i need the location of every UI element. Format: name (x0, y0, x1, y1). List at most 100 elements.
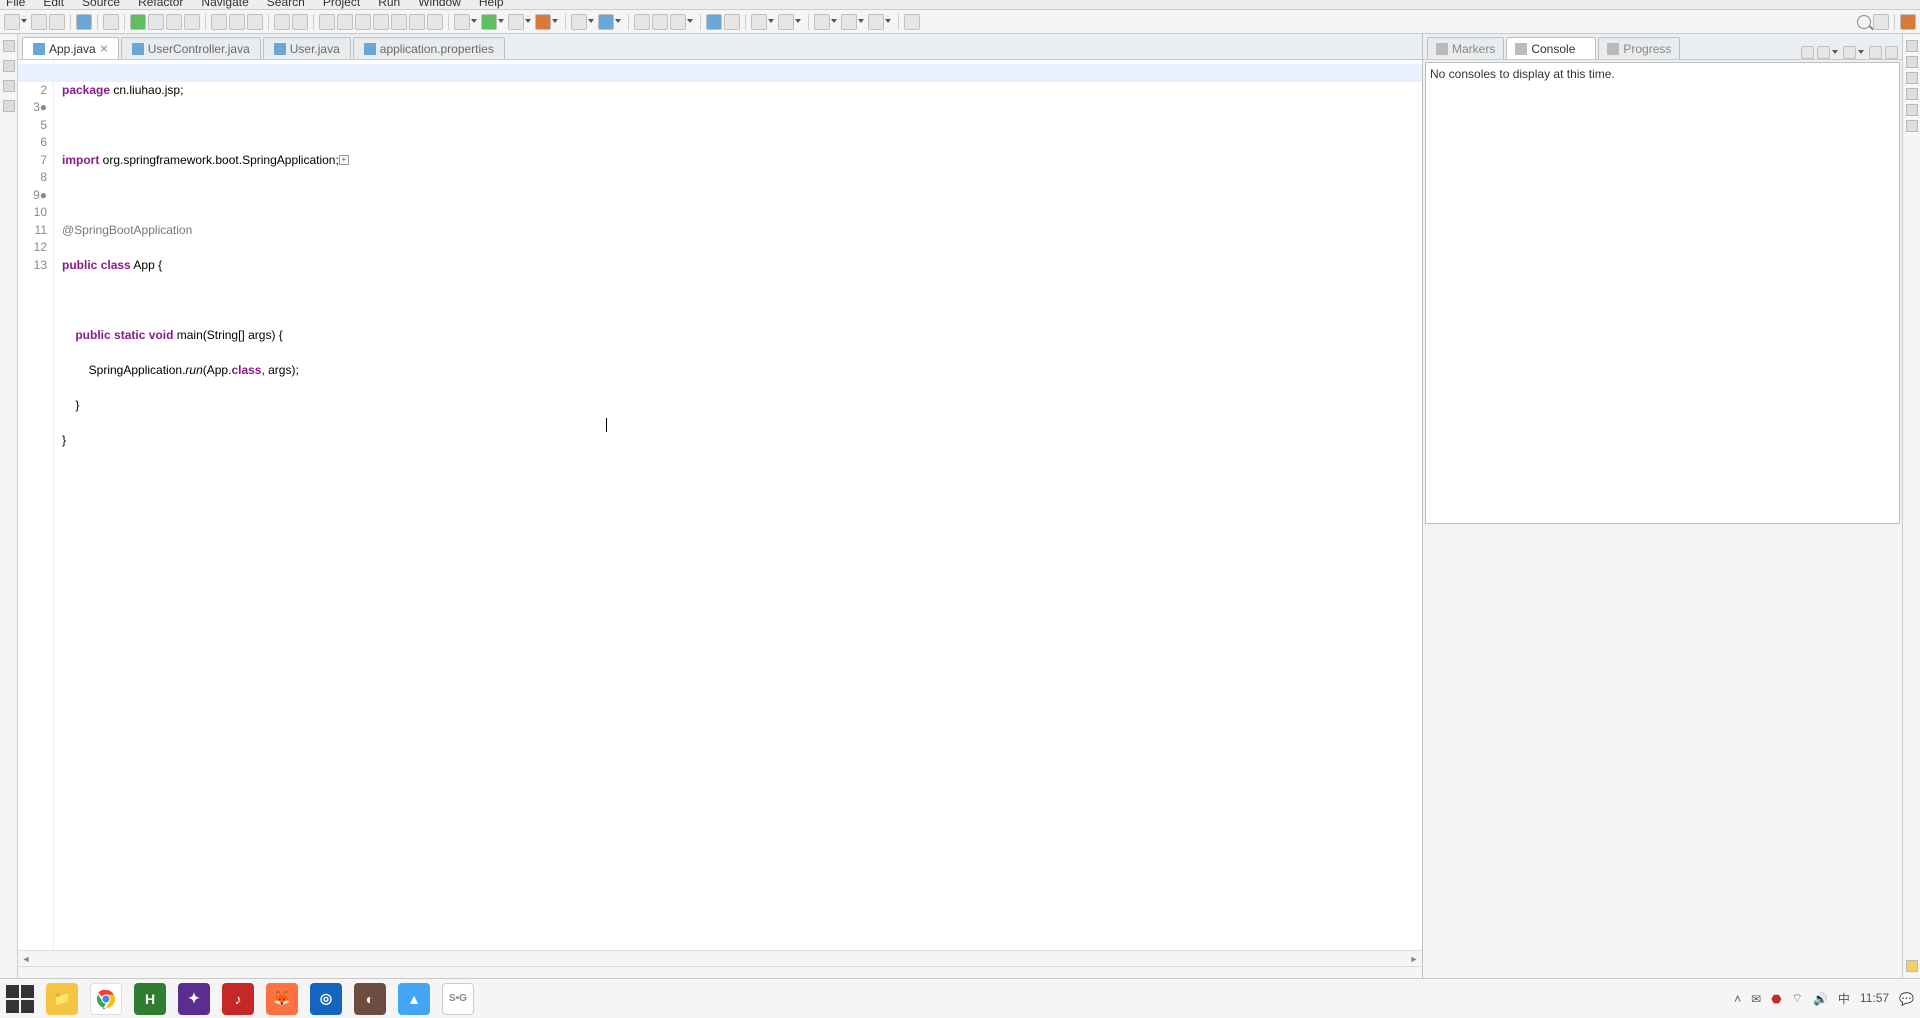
fold-collapsed-icon[interactable]: + (339, 155, 349, 165)
servers-icon[interactable] (3, 80, 15, 92)
menu-source[interactable]: Source (80, 0, 122, 9)
tray-ime-indicator[interactable]: 中 (1838, 990, 1850, 1007)
run-last-button[interactable] (535, 14, 551, 30)
minimize-view-button[interactable] (1869, 46, 1882, 59)
taskbar-photos[interactable]: ▲ (398, 983, 430, 1015)
tray-chevron-up-icon[interactable]: ˄ (1734, 992, 1741, 1006)
tray-volume-icon[interactable]: 🔊 (1813, 992, 1828, 1006)
resume-button[interactable] (130, 14, 146, 30)
xsd-dropdown-icon[interactable] (687, 19, 693, 25)
outline-icon[interactable] (1906, 56, 1918, 68)
tray-wifi-icon[interactable]: ⌔ (1792, 991, 1803, 1006)
new-class-button[interactable] (355, 14, 371, 30)
display-console-dropdown-icon[interactable] (1832, 50, 1838, 56)
scroll-right-icon[interactable]: ► (1406, 954, 1422, 964)
run-button[interactable] (481, 14, 497, 30)
taskbar-firefox[interactable]: 🦊 (266, 983, 298, 1015)
ant-icon[interactable] (3, 100, 15, 112)
debug-button[interactable] (454, 14, 470, 30)
task-list-icon[interactable] (1906, 72, 1918, 84)
menu-search[interactable]: Search (265, 0, 307, 9)
taskbar-sqlyog[interactable]: S•G (442, 983, 474, 1015)
taskbar-chrome[interactable] (90, 983, 122, 1015)
pause-button[interactable] (148, 14, 164, 30)
run-dropdown-icon[interactable] (498, 19, 504, 25)
close-icon[interactable] (1579, 45, 1587, 53)
tray-security-icon[interactable]: ⬣ (1771, 992, 1781, 1006)
tray-clock[interactable]: 11:57 (1860, 992, 1889, 1005)
new-xml-button[interactable] (634, 14, 650, 30)
new-dropdown-icon[interactable] (21, 19, 27, 25)
debug-dropdown-icon[interactable] (471, 19, 477, 25)
back-dropdown-icon[interactable] (831, 19, 837, 25)
new-dtd-button[interactable] (652, 14, 668, 30)
last-edit-dropdown-icon[interactable] (885, 19, 891, 25)
tray-mail-icon[interactable]: ✉ (1751, 992, 1761, 1006)
taskbar-visualstudio[interactable]: ✦ (178, 983, 210, 1015)
taskbar-hbuilder[interactable]: H (134, 983, 166, 1015)
editor-horizontal-scrollbar[interactable]: ◄ ► (18, 950, 1422, 966)
tab-markers[interactable]: Markers (1427, 37, 1504, 59)
search-toolbar-button[interactable] (724, 14, 740, 30)
coverage-dropdown-icon[interactable] (525, 19, 531, 25)
open-console-dropdown-icon[interactable] (1858, 50, 1864, 56)
step-over-button[interactable] (229, 14, 245, 30)
code-editor[interactable]: 123●56789●10111213 package cn.liuhao.jsp… (18, 60, 1422, 950)
tab-user-java[interactable]: User.java (263, 37, 351, 59)
start-server-button[interactable] (598, 14, 614, 30)
menu-navigate[interactable]: Navigate (199, 0, 250, 9)
toggle-button[interactable] (76, 14, 92, 30)
open-type-button[interactable] (427, 14, 443, 30)
perspective-debug-button[interactable] (1900, 14, 1916, 30)
tray-notifications-icon[interactable]: 💬 (1899, 992, 1914, 1006)
stop-button[interactable] (166, 14, 182, 30)
new-button[interactable] (4, 14, 20, 30)
open-console-button[interactable] (1843, 46, 1856, 59)
zoom-button[interactable] (103, 14, 119, 30)
new-annotation-button[interactable] (409, 14, 425, 30)
perspective-java-button[interactable] (1873, 14, 1889, 30)
tab-progress[interactable]: Progress (1598, 37, 1680, 59)
use-step-filters-button[interactable] (292, 14, 308, 30)
menu-help[interactable]: Help (477, 0, 506, 9)
forward-history-button[interactable] (841, 14, 857, 30)
prev-edit-dropdown-icon[interactable] (795, 19, 801, 25)
save-all-button[interactable] (49, 14, 65, 30)
maximize-view-button[interactable] (1885, 46, 1898, 59)
menu-file[interactable]: File (4, 0, 27, 9)
tab-app-java[interactable]: App.java (22, 37, 119, 59)
new-interface-button[interactable] (373, 14, 389, 30)
taskbar-netease-music[interactable]: ♪ (222, 983, 254, 1015)
new-package-button[interactable] (337, 14, 353, 30)
last-edit-button[interactable] (868, 14, 884, 30)
new-type-button[interactable] (319, 14, 335, 30)
forward-dropdown-icon[interactable] (858, 19, 864, 25)
package-explorer-icon[interactable] (3, 60, 15, 72)
tab-application-properties[interactable]: application.properties (353, 37, 505, 59)
taskbar-file-explorer[interactable]: 📁 (46, 983, 78, 1015)
new-enum-button[interactable] (391, 14, 407, 30)
close-icon[interactable] (100, 45, 108, 53)
step-into-button[interactable] (211, 14, 227, 30)
menu-window[interactable]: Window (416, 0, 463, 9)
taskbar-eclipse[interactable]: ◐ (354, 983, 386, 1015)
run-last-dropdown-icon[interactable] (552, 19, 558, 25)
pin-button[interactable] (904, 14, 920, 30)
menu-run[interactable]: Run (376, 0, 402, 9)
tab-console[interactable]: Console (1506, 37, 1596, 59)
templates-icon[interactable] (1906, 120, 1918, 132)
restore-view-icon[interactable] (1906, 40, 1918, 52)
back-history-button[interactable] (814, 14, 830, 30)
tab-usercontroller-java[interactable]: UserController.java (121, 37, 261, 59)
code-area[interactable]: package cn.liuhao.jsp; import org.spring… (54, 60, 1422, 950)
pin-console-button[interactable] (1801, 46, 1814, 59)
coverage-button[interactable] (508, 14, 524, 30)
step-return-button[interactable] (247, 14, 263, 30)
quick-access-search-icon[interactable] (1857, 15, 1871, 29)
menu-edit[interactable]: Edit (41, 0, 66, 9)
drop-to-frame-button[interactable] (274, 14, 290, 30)
tip-icon[interactable] (1906, 960, 1918, 972)
scroll-left-icon[interactable]: ◄ (18, 954, 34, 964)
display-console-button[interactable] (1817, 46, 1830, 59)
annotate-dropdown-icon[interactable] (768, 19, 774, 25)
